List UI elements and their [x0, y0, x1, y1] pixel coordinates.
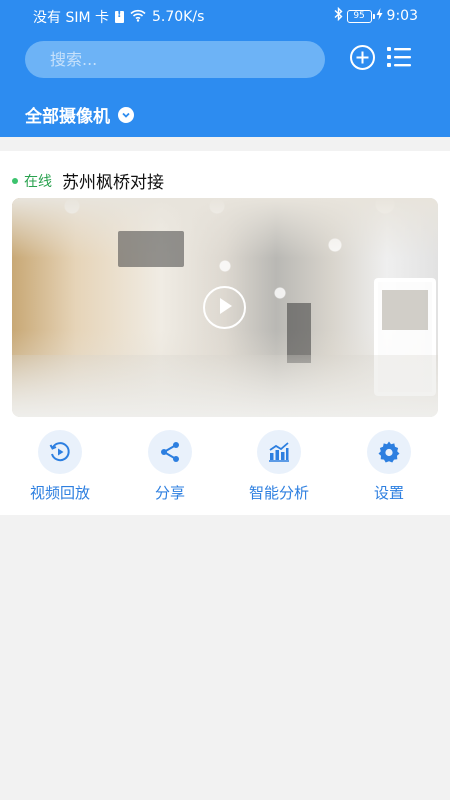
sim-alert-icon: [115, 9, 124, 23]
battery-icon: 95: [346, 9, 375, 23]
bluetooth-icon: [334, 6, 343, 25]
status-right: 95 9:03: [334, 6, 418, 25]
camera-name: 苏州枫桥对接: [62, 173, 164, 193]
video-preview[interactable]: [12, 198, 438, 417]
network-speed: 5.70K/s: [152, 9, 205, 25]
preview-ceiling: [12, 198, 438, 258]
playback-button[interactable]: 视频回放: [15, 430, 105, 503]
status-left: 没有 SIM 卡 5.70K/s: [33, 7, 204, 27]
share-button[interactable]: 分享: [125, 430, 215, 503]
smart-analysis-button[interactable]: 智能分析: [234, 430, 324, 503]
action-label: 视频回放: [29, 484, 90, 502]
gear-icon: [367, 430, 411, 474]
camera-filter-dropdown[interactable]: 全部摄像机: [25, 102, 134, 127]
carrier-text: 没有 SIM 卡: [33, 10, 109, 26]
preview-door: [287, 303, 311, 363]
play-button[interactable]: [203, 286, 246, 329]
status-badge: 在线: [24, 173, 52, 190]
action-label: 设置: [373, 484, 404, 502]
list-icon: [385, 44, 413, 74]
preview-sign: [118, 231, 184, 267]
analytics-chart-icon: [257, 430, 301, 474]
status-bar: 没有 SIM 卡 5.70K/s 95 9:03: [0, 0, 450, 32]
action-label: 分享: [154, 484, 185, 502]
menu-list-button[interactable]: [383, 43, 415, 75]
camera-actions: 视频回放 分享 智能分析 设置: [0, 430, 450, 505]
settings-button[interactable]: 设置: [344, 430, 434, 503]
playback-icon: [38, 430, 82, 474]
charging-icon: [376, 8, 383, 24]
search-bar[interactable]: [25, 41, 325, 78]
wifi-icon: [130, 9, 146, 26]
clock-time: 9:03: [386, 8, 418, 24]
app-header: 没有 SIM 卡 5.70K/s 95 9:03: [0, 0, 450, 137]
preview-floor: [12, 355, 438, 417]
camera-status-row: 在线 苏州枫桥对接: [12, 168, 164, 193]
chevron-down-icon: [118, 106, 134, 123]
search-input[interactable]: [50, 50, 325, 69]
share-icon: [148, 430, 192, 474]
battery-level: 95: [353, 10, 365, 21]
play-icon: [216, 296, 234, 320]
action-label: 智能分析: [248, 484, 309, 502]
camera-card: 在线 苏州枫桥对接 视频回放 分享 智能分析 设置: [0, 151, 450, 515]
camera-filter-label: 全部摄像机: [25, 107, 110, 127]
plus-circle-icon: [349, 44, 376, 75]
add-camera-button[interactable]: [346, 43, 378, 75]
online-dot-icon: [12, 177, 18, 184]
